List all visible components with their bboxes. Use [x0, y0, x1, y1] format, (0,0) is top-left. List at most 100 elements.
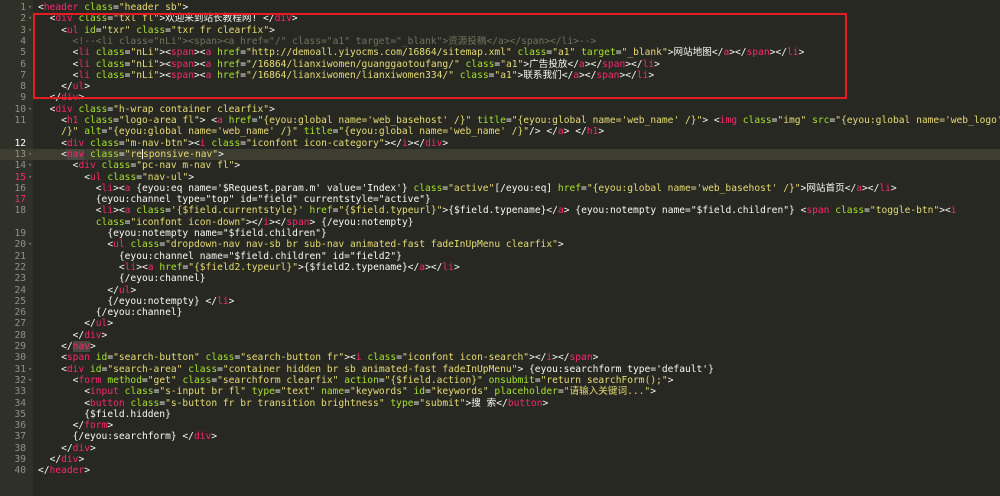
code-line[interactable]: 36 </form>: [0, 420, 1000, 431]
fold-toggle-icon[interactable]: ▾: [28, 172, 34, 183]
code-token: class: [182, 374, 212, 386]
code-line[interactable]: 28 </div>: [0, 330, 1000, 341]
code-token: id: [90, 363, 102, 375]
code-line[interactable]: 38 </div>: [0, 443, 1000, 454]
code-line[interactable]: 30 <span id="search-button" class="searc…: [0, 352, 1000, 363]
code-line[interactable]: 31 ▾ <div id="search-area" class="contain…: [0, 364, 1000, 375]
code-line[interactable]: 13 ▾ <nav class="responsive-nav">: [0, 148, 1000, 161]
code-line[interactable]: 25 {/eyou:notempty} </li>: [0, 296, 1000, 307]
code-line[interactable]: 35 {$field.hidden}: [0, 409, 1000, 420]
code-line[interactable]: 8 </ul>: [0, 81, 1000, 92]
code-token: ></: [425, 261, 443, 273]
code-token: "m-nav-btn": [124, 137, 189, 149]
code-text: <form method="get" class="searchform cle…: [38, 374, 674, 386]
code-line[interactable]: 1 ▾ <header class="header sb">: [0, 2, 1000, 13]
code-token: 广告投放: [529, 58, 568, 70]
code-line[interactable]: class="iconfont icon-down"></i></span> {…: [0, 217, 1000, 228]
code-line[interactable]: 16 <li><a {eyou:eq name='$Request.param.…: [0, 183, 1000, 194]
code-line[interactable]: 39 </div>: [0, 454, 1000, 465]
code-token: "h-wrap container clearfix": [113, 103, 270, 115]
code-line[interactable]: 33 <input class="s-input br fl" type="te…: [0, 386, 1000, 397]
code-line[interactable]: 34 <button class="s-button fr br transit…: [0, 398, 1000, 409]
line-number: 10: [14, 103, 26, 115]
code-token: span: [170, 47, 195, 59]
code-text: </ul>: [38, 81, 90, 92]
code-token: span: [170, 69, 195, 81]
code-line[interactable]: 32 ▾ <form method="get" class="searchform…: [0, 375, 1000, 386]
code-editor[interactable]: 1 ▾ <header class="header sb"> 2 ▾ <div clas…: [0, 0, 1000, 496]
code-token: "{eyou:global name='web_basehost' /}": [586, 182, 801, 194]
code-line[interactable]: 14 ▾ <div class="pc-nav m-nav fl">: [0, 160, 1000, 171]
code-line[interactable]: 9 </div>: [0, 92, 1000, 103]
code-text: <h1 class="logo-area fl"> <a href="{eyou…: [38, 115, 1000, 126]
code-token: </: [49, 454, 62, 465]
code-line[interactable]: 17 {eyou:channel type="top" id="field" c…: [0, 194, 1000, 205]
fold-toggle-icon[interactable]: ▾: [28, 25, 34, 36]
code-line[interactable]: 20 ▾ <ul class="dropdown-nav nav-sb br su…: [0, 239, 1000, 250]
fold-toggle-icon[interactable]: ▾: [28, 2, 34, 13]
line-number: 19: [14, 228, 26, 239]
code-token: li: [124, 261, 137, 273]
code-line[interactable]: 19 {eyou:notempty name="$field.children"…: [0, 228, 1000, 239]
code-line[interactable]: 7 <li class="nLi"><span><a href="/16864/…: [0, 70, 1000, 81]
code-token: "get": [147, 374, 177, 386]
code-token: ><: [194, 58, 206, 70]
code-line[interactable]: 40 </header>: [0, 465, 1000, 476]
code-token: i: [950, 205, 957, 217]
code-line[interactable]: 3 ▾ <ul id="txr" class="txr fr clearfix">: [0, 25, 1000, 36]
code-token: input: [90, 386, 119, 398]
code-token: >: [517, 363, 530, 375]
code-token: div: [61, 454, 79, 465]
fold-toggle-icon[interactable]: ▾: [28, 104, 34, 115]
line-number: 6: [20, 58, 26, 70]
code-line[interactable]: 21 {eyou:channel name="$field.children" …: [0, 251, 1000, 262]
code-token: "{eyou:global name='web_logo': [835, 115, 1000, 126]
code-token: >: [667, 374, 674, 386]
code-token: "iconfont icon-category": [246, 137, 385, 149]
code-token: ><: [194, 69, 206, 81]
code-line[interactable]: 11 <h1 class="logo-area fl"> <a href="{e…: [0, 115, 1000, 126]
code-line[interactable]: 10 ▾ <div class="h-wrap container clearfi…: [0, 104, 1000, 115]
line-number: 37: [14, 431, 26, 443]
code-token: "active": [448, 182, 495, 194]
fold-toggle-icon[interactable]: ▾: [28, 160, 34, 171]
code-line[interactable]: 12 <div class="m-nav-btn"><i class="icon…: [0, 138, 1000, 149]
code-text: <nav class="responsive-nav">: [38, 148, 224, 160]
code-line[interactable]: 15 ▾ <ul class="nav-ul">: [0, 172, 1000, 183]
code-line[interactable]: 4 <!--<li class="nLi"><span><a href="/" …: [0, 36, 1000, 47]
code-token: ></: [619, 69, 637, 81]
code-line[interactable]: 29 </nav>: [0, 341, 1000, 352]
code-token: button: [507, 397, 543, 409]
code-line[interactable]: 18 <li><a class='{$field.currentstyle}' …: [0, 205, 1000, 216]
code-token: "s-input br fl": [159, 386, 246, 398]
code-token: ></: [625, 58, 643, 70]
code-token: ul: [66, 24, 79, 36]
code-line[interactable]: 22 <li><a href="{$field2.typeurl}">{$fie…: [0, 262, 1000, 273]
code-token: "{eyou:global name='web_basehost' /}": [257, 115, 472, 126]
code-token: 联系我们: [523, 69, 562, 81]
fold-toggle-icon[interactable]: ▾: [28, 239, 34, 250]
line-number: 26: [14, 307, 26, 319]
code-line[interactable]: 5 <li class="nLi"><span><a href="http://…: [0, 47, 1000, 58]
fold-toggle-icon[interactable]: ▾: [28, 364, 34, 375]
fold-toggle-icon[interactable]: ▾: [28, 149, 34, 160]
line-number: 27: [14, 318, 26, 330]
code-line[interactable]: 2 ▾ <div class="txl fl">欢迎来到站长教程网! </div>: [0, 13, 1000, 24]
code-token: {eyou:channel type="top" id="field" curr…: [95, 194, 431, 206]
code-line[interactable]: 26 {/eyou:channel}: [0, 307, 1000, 318]
code-line[interactable]: 24 </ul>: [0, 285, 1000, 296]
fold-toggle-icon[interactable]: ▾: [28, 13, 34, 24]
code-token: ><: [188, 137, 200, 149]
code-token: {eyou:eq name='$Request.param.m' value='…: [136, 182, 408, 194]
code-line[interactable]: 6 <li class="nLi"><span><a href="/16864/…: [0, 59, 1000, 70]
code-token: "a1": [494, 69, 518, 81]
code-line[interactable]: 37 {/eyou:searchform} </div>: [0, 431, 1000, 442]
code-line[interactable]: /}" alt="{eyou:global name='web_name' /}…: [0, 126, 1000, 137]
code-text: {/eyou:channel}: [38, 307, 183, 318]
code-line[interactable]: 23 {/eyou:channel}: [0, 273, 1000, 284]
fold-toggle-icon[interactable]: ▾: [28, 375, 34, 386]
code-line[interactable]: 27 </ul>: [0, 318, 1000, 329]
